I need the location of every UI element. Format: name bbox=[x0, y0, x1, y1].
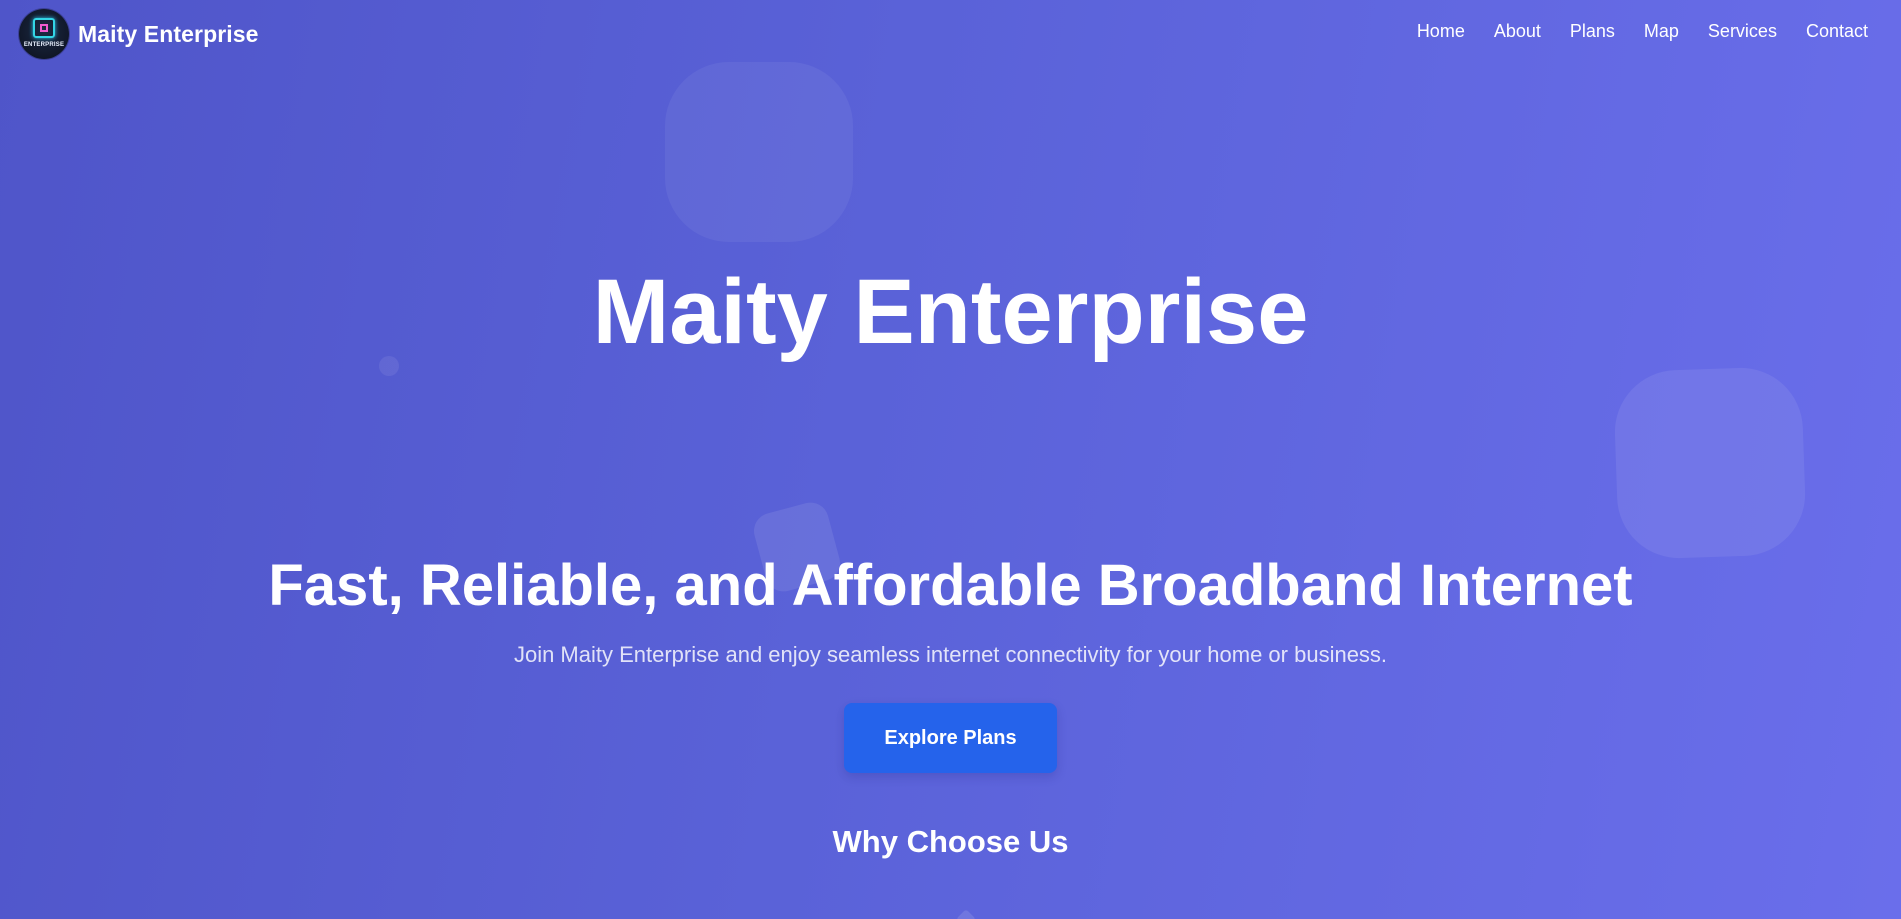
explore-plans-button[interactable]: Explore Plans bbox=[844, 703, 1057, 773]
logo-text: ENTERPRISE bbox=[23, 42, 65, 48]
main-nav: Home About Plans Map Services Contact bbox=[1388, 21, 1868, 42]
navbar: ENTERPRISE Maity Enterprise Home About P… bbox=[0, 0, 1901, 68]
hero-tagline: Fast, Reliable, and Affordable Broadband… bbox=[268, 553, 1633, 618]
nav-link-services[interactable]: Services bbox=[1708, 21, 1777, 42]
nav-link-map[interactable]: Map bbox=[1644, 21, 1679, 42]
chip-logo-icon: ENTERPRISE bbox=[19, 9, 69, 59]
brand-name[interactable]: Maity Enterprise bbox=[78, 21, 259, 48]
brand[interactable]: ENTERPRISE Maity Enterprise bbox=[19, 9, 259, 59]
decorative-diamond bbox=[956, 909, 976, 919]
nav-link-contact[interactable]: Contact bbox=[1806, 21, 1868, 42]
why-choose-us-heading: Why Choose Us bbox=[832, 824, 1069, 859]
nav-link-about[interactable]: About bbox=[1494, 21, 1541, 42]
nav-link-home[interactable]: Home bbox=[1417, 21, 1465, 42]
page: ENTERPRISE Maity Enterprise Home About P… bbox=[0, 0, 1901, 919]
chip-core bbox=[40, 24, 48, 32]
nav-link-plans[interactable]: Plans bbox=[1570, 21, 1615, 42]
hero-subtitle: Join Maity Enterprise and enjoy seamless… bbox=[513, 642, 1388, 667]
decorative-shape bbox=[1612, 365, 1808, 561]
chip-outline bbox=[33, 18, 55, 38]
hero-title: Maity Enterprise bbox=[592, 261, 1309, 363]
decorative-shape bbox=[665, 62, 853, 242]
